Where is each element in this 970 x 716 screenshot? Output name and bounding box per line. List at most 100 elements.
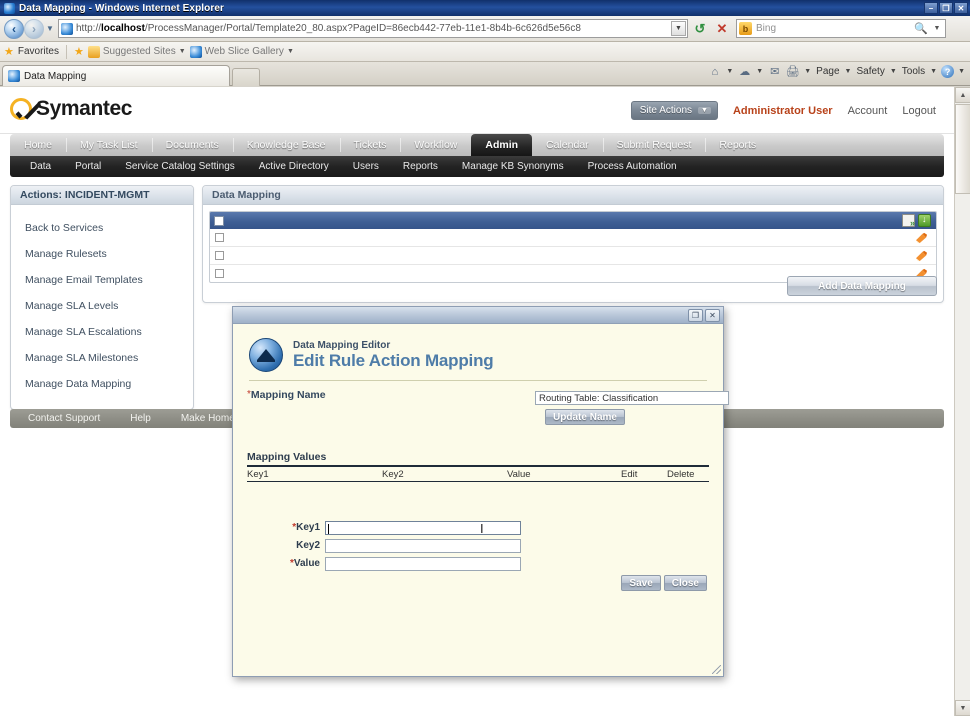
select-all-checkbox[interactable] [214,215,224,226]
window-controls[interactable]: – ❐ ✕ [924,2,968,14]
add-favorites-star-icon[interactable]: ★ [74,45,84,58]
window-close-button[interactable]: ✕ [954,2,968,14]
favorites-star-icon[interactable]: ★ [4,45,14,58]
nav-item-submit-request[interactable]: Submit Request [602,134,706,156]
text-caret [328,523,329,534]
sidebar-item-back-to-services[interactable]: Back to Services [11,215,193,241]
nav-item-home[interactable]: Home [10,134,66,156]
sidebar-item-manage-sla-levels[interactable]: Manage SLA Levels [11,293,193,319]
help-dropdown-icon[interactable]: ▼ [957,68,966,75]
nav-item-my-task-list[interactable]: My Task List [66,134,152,156]
sidebar-item-manage-sla-escalations[interactable]: Manage SLA Escalations [11,319,193,345]
feeds-dropdown-icon[interactable]: ▼ [755,68,764,75]
column-header-key1: Key1 [247,468,269,480]
dialog-maximize-button[interactable]: ❐ [688,309,703,322]
key1-input[interactable]: I [325,520,521,535]
refresh-button[interactable]: ↺ [690,19,710,39]
table-row[interactable] [210,229,936,247]
address-bar[interactable]: http://localhost/ProcessManager/Portal/T… [58,19,688,38]
tools-menu-dropdown-icon[interactable]: ▼ [929,68,938,75]
window-minimize-button[interactable]: – [924,2,938,14]
search-box[interactable]: b Bing 🔍 ▼ [736,19,946,38]
print-dropdown-icon[interactable]: ▼ [803,68,812,75]
current-user-link[interactable]: Administrator User [733,105,833,117]
account-link[interactable]: Account [848,105,888,117]
edit-pencil-icon[interactable] [915,250,928,262]
mapping-name-input[interactable]: Routing Table: Classification [535,391,729,405]
row-checkbox[interactable] [215,251,224,260]
dialog-titlebar[interactable]: ❐ ✕ [233,307,723,324]
footer-link-help[interactable]: Help [130,413,151,424]
add-data-mapping-button[interactable]: Add Data Mapping [787,276,937,296]
help-icon[interactable]: ? [941,65,955,78]
subnav-item-active-directory[interactable]: Active Directory [247,161,341,172]
page-scrollbar[interactable]: ▲ ▼ [954,87,970,716]
new-tab-button[interactable] [232,68,260,86]
save-button[interactable]: Save [621,575,661,591]
nav-item-tickets[interactable]: Tickets [339,134,401,156]
edit-pencil-icon[interactable] [915,232,928,244]
read-mail-icon[interactable]: ✉ [767,64,782,79]
subnav-item-manage-kb-synonyms[interactable]: Manage KB Synonyms [450,161,576,172]
sidebar-item-manage-sla-milestones[interactable]: Manage SLA Milestones [11,345,193,371]
search-submit-icon[interactable]: 🔍 [913,21,929,36]
nav-item-workflow[interactable]: Workflow [400,134,471,156]
safety-menu-dropdown-icon[interactable]: ▼ [889,68,898,75]
tools-menu[interactable]: Tools [901,66,926,77]
stop-button[interactable]: ✕ [712,19,732,39]
chevron-down-icon: ▼ [698,107,711,114]
subnav-item-reports[interactable]: Reports [391,161,450,172]
import-icon[interactable] [918,214,931,227]
nav-item-admin[interactable]: Admin [471,134,533,156]
favorites-button-label[interactable]: Favorites [18,46,59,57]
key2-input[interactable] [325,538,521,553]
home-dropdown-icon[interactable]: ▼ [725,68,734,75]
favorites-bar: ★ Favorites ★ Suggested Sites ▼ Web Slic… [0,42,970,62]
favbar-item-web-slice-gallery[interactable]: Web Slice Gallery ▼ [189,45,294,58]
site-actions-button[interactable]: Site Actions ▼ [630,101,718,120]
search-input[interactable]: Bing [756,23,776,34]
address-bar-dropdown-icon[interactable]: ▼ [671,21,686,36]
data-mapping-panel-title: Data Mapping [203,186,943,205]
rss-feeds-icon[interactable]: ☁ [737,64,752,79]
subnav-item-service-catalog-settings[interactable]: Service Catalog Settings [113,161,247,172]
nav-item-knowledge-base[interactable]: Knowledge Base [232,134,340,156]
back-button[interactable]: ‹ [4,18,24,39]
favbar-item-suggested-sites[interactable]: Suggested Sites ▼ [87,45,186,58]
subnav-item-process-automation[interactable]: Process Automation [576,161,689,172]
sidebar-item-manage-rulesets[interactable]: Manage Rulesets [11,241,193,267]
sidebar-item-manage-data-mapping[interactable]: Manage Data Mapping [11,371,193,397]
scroll-up-arrow-icon[interactable]: ▲ [955,87,970,103]
forward-button[interactable]: › [24,18,44,39]
recent-pages-dropdown-icon[interactable]: ▼ [44,24,56,33]
page-menu[interactable]: Page [815,66,840,77]
window-maximize-button[interactable]: ❐ [939,2,953,14]
row-checkbox[interactable] [215,233,224,242]
home-icon[interactable]: ⌂ [707,64,722,79]
close-button[interactable]: Close [663,575,707,591]
nav-item-documents[interactable]: Documents [151,134,233,156]
subnav-item-users[interactable]: Users [341,161,391,172]
chevron-down-icon: ▼ [178,48,186,55]
row-checkbox[interactable] [215,269,224,278]
logout-link[interactable]: Logout [902,105,936,117]
table-row[interactable] [210,247,936,265]
browser-tab-data-mapping[interactable]: Data Mapping [2,65,230,86]
search-provider-dropdown-icon[interactable]: ▼ [931,21,943,36]
value-input[interactable] [325,556,521,571]
update-name-button[interactable]: Update Name [545,409,625,425]
scrollbar-thumb[interactable] [955,104,970,194]
dialog-close-button[interactable]: ✕ [705,309,720,322]
page-menu-dropdown-icon[interactable]: ▼ [844,68,853,75]
safety-menu[interactable]: Safety [855,66,885,77]
export-icon[interactable] [902,214,915,228]
print-icon[interactable]: 🖨 [785,64,800,79]
footer-link-contact-support[interactable]: Contact Support [28,413,100,424]
sidebar-item-manage-email-templates[interactable]: Manage Email Templates [11,267,193,293]
nav-item-reports[interactable]: Reports [705,134,770,156]
nav-item-calendar[interactable]: Calendar [532,134,603,156]
dialog-resize-grip[interactable] [712,665,721,674]
scroll-down-arrow-icon[interactable]: ▼ [955,700,970,716]
subnav-item-portal[interactable]: Portal [63,161,113,172]
subnav-item-data[interactable]: Data [22,161,63,172]
